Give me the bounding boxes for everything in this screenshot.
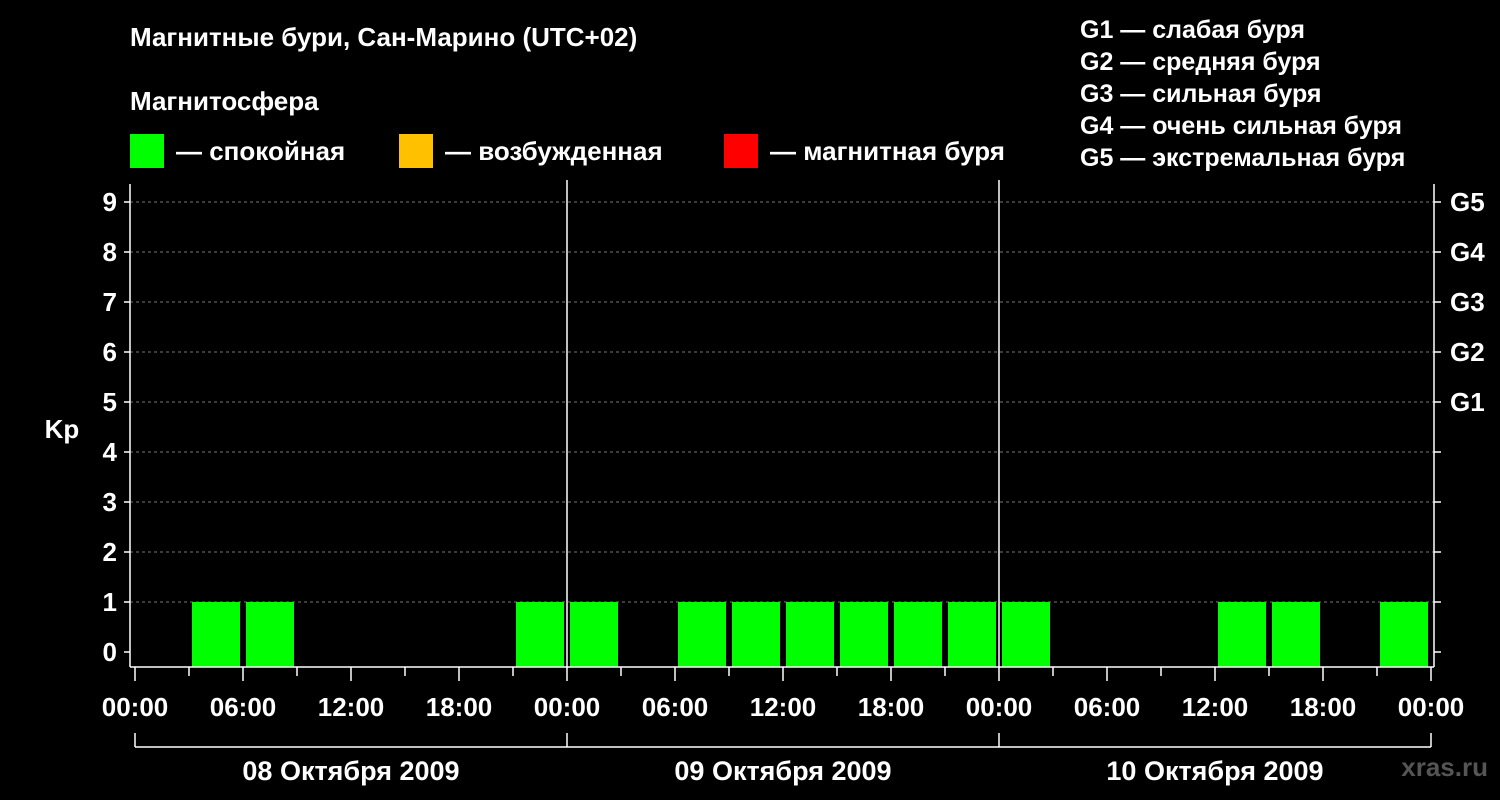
right-axis-label-g2: G2 <box>1450 337 1485 367</box>
x-tick-label: 00:00 <box>966 692 1033 722</box>
x-tick-label: 00:00 <box>1398 692 1465 722</box>
kp-bar <box>1380 602 1428 667</box>
day-label: 10 Октября 2009 <box>1106 756 1323 786</box>
right-axis-label-g1: G1 <box>1450 387 1485 417</box>
y-axis-title: Kp <box>45 414 80 444</box>
y-tick-label: 2 <box>103 537 117 567</box>
kp-bar <box>246 602 294 667</box>
kp-bar <box>786 602 834 667</box>
kp-bar <box>1218 602 1266 667</box>
right-axis-label-g3: G3 <box>1450 287 1485 317</box>
kp-bar <box>1002 602 1050 667</box>
x-tick-label: 18:00 <box>858 692 925 722</box>
y-tick-label: 8 <box>103 237 117 267</box>
x-tick-label: 06:00 <box>210 692 277 722</box>
watermark: xras.ru <box>1401 752 1488 782</box>
x-tick-label: 12:00 <box>1182 692 1249 722</box>
day-label: 08 Октября 2009 <box>242 756 459 786</box>
y-tick-label: 3 <box>103 487 117 517</box>
kp-bar <box>570 602 618 667</box>
kp-bar <box>894 602 942 667</box>
x-tick-label: 00:00 <box>102 692 169 722</box>
y-tick-label: 5 <box>103 387 117 417</box>
kp-bar <box>840 602 888 667</box>
x-tick-label: 12:00 <box>318 692 385 722</box>
y-tick-label: 0 <box>103 637 117 667</box>
kp-bar <box>678 602 726 667</box>
kp-bar <box>1272 602 1320 667</box>
x-tick-label: 12:00 <box>750 692 817 722</box>
right-axis-label-g4: G4 <box>1450 237 1485 267</box>
x-tick-label: 18:00 <box>426 692 493 722</box>
day-label: 09 Октября 2009 <box>674 756 891 786</box>
kp-bar <box>948 602 996 667</box>
y-tick-label: 9 <box>103 187 117 217</box>
kp-bar <box>192 602 240 667</box>
y-tick-label: 1 <box>103 587 117 617</box>
y-tick-label: 4 <box>103 437 118 467</box>
right-axis-label-g5: G5 <box>1450 187 1485 217</box>
kp-bar <box>516 602 564 667</box>
x-tick-label: 00:00 <box>534 692 601 722</box>
x-tick-label: 18:00 <box>1290 692 1357 722</box>
x-tick-label: 06:00 <box>642 692 709 722</box>
kp-bar <box>732 602 780 667</box>
y-tick-label: 7 <box>103 287 117 317</box>
kp-chart: 0 1 2 3 4 5 6 7 8 9 G1 G2 G3 G4 G5 Kp 00:00 06:00 12:00 18:… <box>45 180 1485 786</box>
x-tick-label: 06:00 <box>1074 692 1141 722</box>
y-tick-label: 6 <box>103 337 117 367</box>
